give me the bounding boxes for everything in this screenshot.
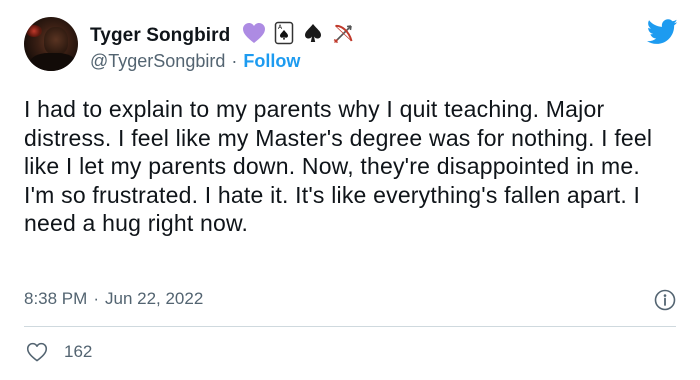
avatar-shoulders <box>30 53 76 71</box>
like-count: 162 <box>64 342 93 361</box>
tweet-card: Tyger Songbird A @TygerSongbird · Follow… <box>0 0 700 380</box>
author-name-row: Tyger Songbird A <box>90 21 356 50</box>
avatar-background <box>26 25 42 37</box>
tweet-time: 8:38 PM <box>24 289 88 308</box>
likes-row: 162 <box>26 342 92 362</box>
follow-button[interactable]: Follow <box>243 51 300 72</box>
twitter-bird-icon[interactable] <box>647 19 678 45</box>
bow-and-arrow-icon <box>332 21 356 50</box>
avatar[interactable] <box>24 17 78 71</box>
display-name[interactable]: Tyger Songbird <box>90 25 230 47</box>
info-icon[interactable] <box>654 289 676 311</box>
spade-icon <box>302 22 324 49</box>
tweet-timestamp[interactable]: 8:38 PM · Jun 22, 2022 <box>24 289 203 309</box>
divider <box>24 326 676 327</box>
tweet-date: Jun 22, 2022 <box>104 289 204 308</box>
author-handle-row: @TygerSongbird · Follow <box>90 51 300 72</box>
like-heart-icon[interactable] <box>26 342 48 362</box>
playing-card-icon: A <box>274 21 294 50</box>
avatar-face <box>44 27 68 55</box>
author-handle[interactable]: @TygerSongbird <box>90 51 225 72</box>
handle-separator: · <box>231 51 238 71</box>
timestamp-separator: · <box>93 289 99 308</box>
tweet-text: I had to explain to my parents why I qui… <box>24 96 653 236</box>
purple-heart-icon <box>242 22 266 49</box>
